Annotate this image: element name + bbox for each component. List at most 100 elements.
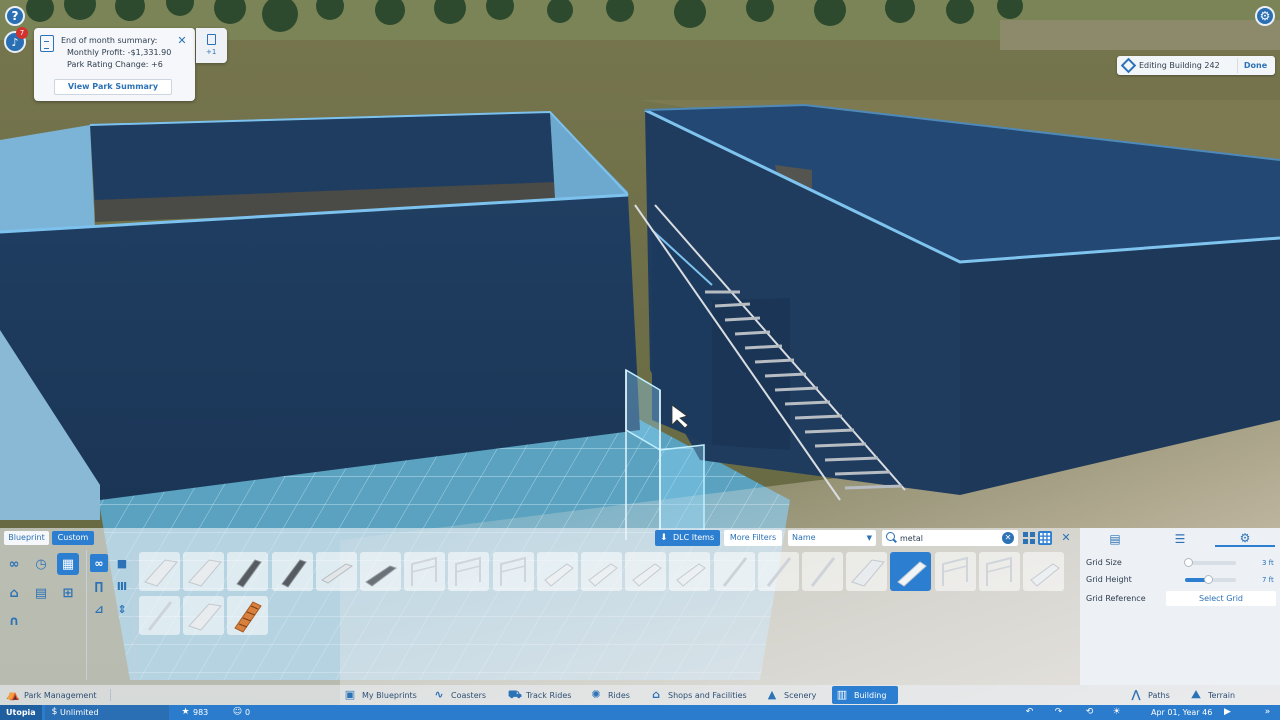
building-piece-tile[interactable] — [537, 552, 578, 591]
grid-height-slider[interactable] — [1185, 575, 1236, 584]
grid-size-slider[interactable] — [1184, 558, 1236, 567]
terrain-label: Terrain — [1208, 690, 1236, 700]
done-button[interactable]: Done — [1237, 58, 1273, 73]
mountain-icon: ⛰ — [1191, 688, 1201, 701]
status-bar: Utopia $ Unlimited ★ 983 ☺ 0 ↶ ↷ ⟲ ☀ Apr… — [0, 705, 1280, 720]
category-structure-icon[interactable]: ⊞ — [57, 582, 79, 604]
chevron-down-icon: ▼ — [866, 534, 872, 542]
rides-button[interactable]: ✺ Rides — [586, 686, 638, 704]
park-rating-value: 983 — [193, 708, 209, 717]
subcategory-doorway-icon[interactable]: ∏ — [90, 577, 108, 595]
building-piece-tile[interactable] — [979, 552, 1020, 591]
building-edit-icon — [1120, 57, 1137, 74]
building-icon: ▥ — [836, 688, 848, 701]
track-rides-label: Track Rides — [526, 690, 572, 700]
tab-settings-gear-icon[interactable]: ⚙ — [1215, 531, 1275, 547]
building-piece-tile[interactable] — [404, 552, 445, 591]
building-piece-tile[interactable] — [316, 552, 357, 591]
building-piece-tile[interactable] — [669, 552, 710, 591]
building-piece-tile[interactable] — [802, 552, 843, 591]
track-rides-button[interactable]: ⛟ Track Rides — [504, 686, 578, 704]
search-input[interactable] — [900, 530, 996, 546]
stacked-notification[interactable]: +1 — [196, 28, 227, 63]
building-piece-tile[interactable] — [227, 596, 268, 635]
building-piece-tile[interactable] — [625, 552, 666, 591]
category-buildings-icon[interactable]: ▤ — [30, 582, 52, 604]
select-grid-button[interactable]: Select Grid — [1166, 591, 1276, 606]
category-clock-icon[interactable]: ◷ — [30, 553, 52, 575]
small-tiles-view-icon[interactable] — [1038, 531, 1052, 545]
coasters-button[interactable]: ∿ Coasters — [429, 686, 497, 704]
building-piece-tile[interactable] — [890, 552, 931, 591]
grid-height-label: Grid Height — [1086, 575, 1132, 584]
grid-height-slider-knob[interactable] — [1204, 575, 1213, 584]
play-speed-icon[interactable]: ▶ — [1222, 707, 1233, 718]
panel-divider — [86, 550, 87, 680]
tab-list-icon[interactable]: ☰ — [1150, 531, 1210, 547]
shops-facilities-button[interactable]: ⌂ Shops and Facilities — [646, 686, 754, 704]
subcategory-all-icon[interactable]: ∞ — [90, 554, 108, 572]
search-icon — [886, 532, 895, 541]
my-blueprints-button[interactable]: ▣ My Blueprints — [340, 686, 424, 704]
grid-size-slider-knob[interactable] — [1184, 558, 1193, 567]
building-piece-tile[interactable] — [581, 552, 622, 591]
track-ride-icon: ⛟ — [508, 688, 522, 701]
editing-building-bar: Editing Building 242 Done — [1117, 56, 1275, 75]
help-button[interactable]: ? — [5, 6, 25, 26]
category-roof-icon[interactable]: ⌂ — [3, 582, 25, 604]
building-piece-tile[interactable] — [935, 552, 976, 591]
report-icon — [40, 35, 54, 52]
subcategory-stairs-icon[interactable]: ⇕ — [113, 600, 131, 618]
redo-icon[interactable]: ↷ — [1053, 707, 1064, 718]
clear-search-icon[interactable]: ✕ — [1002, 532, 1014, 544]
paths-button[interactable]: ⋀ Paths — [1126, 686, 1178, 704]
scenery-label: Scenery — [784, 690, 817, 700]
park-name[interactable]: Utopia — [0, 705, 42, 720]
building-label: Building — [854, 690, 887, 700]
building-piece-tile[interactable] — [139, 552, 180, 591]
large-tiles-view-icon[interactable] — [1022, 531, 1036, 545]
weather-icon[interactable]: ☀ — [1111, 707, 1122, 718]
building-piece-tile[interactable] — [139, 596, 180, 635]
building-piece-tile[interactable] — [758, 552, 799, 591]
category-wall-grid-icon[interactable]: ▦ — [57, 553, 79, 575]
settings-button[interactable]: ⚙ — [1255, 6, 1275, 26]
tab-custom[interactable]: Custom — [52, 531, 94, 545]
coaster-icon: ∿ — [434, 688, 444, 701]
sort-dropdown[interactable]: Name ▼ — [788, 530, 876, 546]
building-piece-tile[interactable] — [493, 552, 534, 591]
my-blueprints-label: My Blueprints — [362, 690, 417, 700]
building-piece-tile[interactable] — [846, 552, 887, 591]
sort-value: Name — [792, 533, 816, 542]
park-management-button[interactable]: ⛺ Park Management — [2, 686, 108, 704]
building-button[interactable]: ▥ Building — [832, 686, 898, 704]
building-piece-tile[interactable] — [448, 552, 489, 591]
fast-forward-icon[interactable]: » — [1262, 707, 1273, 718]
undo-icon[interactable]: ↶ — [1024, 707, 1035, 718]
building-piece-tile[interactable] — [183, 596, 224, 635]
tab-blueprint[interactable]: Blueprint — [4, 531, 49, 545]
category-infinite-icon[interactable]: ∞ — [3, 553, 25, 575]
building-piece-tile[interactable] — [227, 552, 268, 591]
subcategory-ramp-icon[interactable]: ⊿ — [90, 600, 108, 618]
close-notification-button[interactable]: ✕ — [176, 35, 188, 47]
tab-info-icon[interactable]: ▤ — [1085, 531, 1145, 547]
camera-mode-icon[interactable]: ⟲ — [1084, 707, 1095, 718]
building-piece-tile[interactable] — [360, 552, 401, 591]
subcategory-wall-icon[interactable]: ■ — [113, 554, 131, 572]
dlc-items-button[interactable]: ⬇ DLC Items — [655, 530, 720, 546]
more-filters-button[interactable]: More Filters — [724, 530, 782, 546]
scenery-button[interactable]: ▲ Scenery — [762, 686, 824, 704]
building-piece-tile[interactable] — [183, 552, 224, 591]
close-panel-button[interactable]: ✕ — [1059, 531, 1073, 545]
building-piece-tile[interactable] — [714, 552, 755, 591]
subcategory-column-icon[interactable]: Ⅲ — [113, 577, 131, 595]
coasters-label: Coasters — [451, 690, 487, 700]
building-piece-tile[interactable] — [272, 552, 313, 591]
terrain-button[interactable]: ⛰ Terrain — [1186, 686, 1246, 704]
main-toolbar — [0, 685, 1280, 705]
view-park-summary-button[interactable]: View Park Summary — [54, 79, 172, 95]
building-piece-tile[interactable] — [1023, 552, 1064, 591]
category-arch-icon[interactable]: ∩ — [3, 610, 25, 632]
gear-icon: ⚙ — [1259, 9, 1271, 23]
